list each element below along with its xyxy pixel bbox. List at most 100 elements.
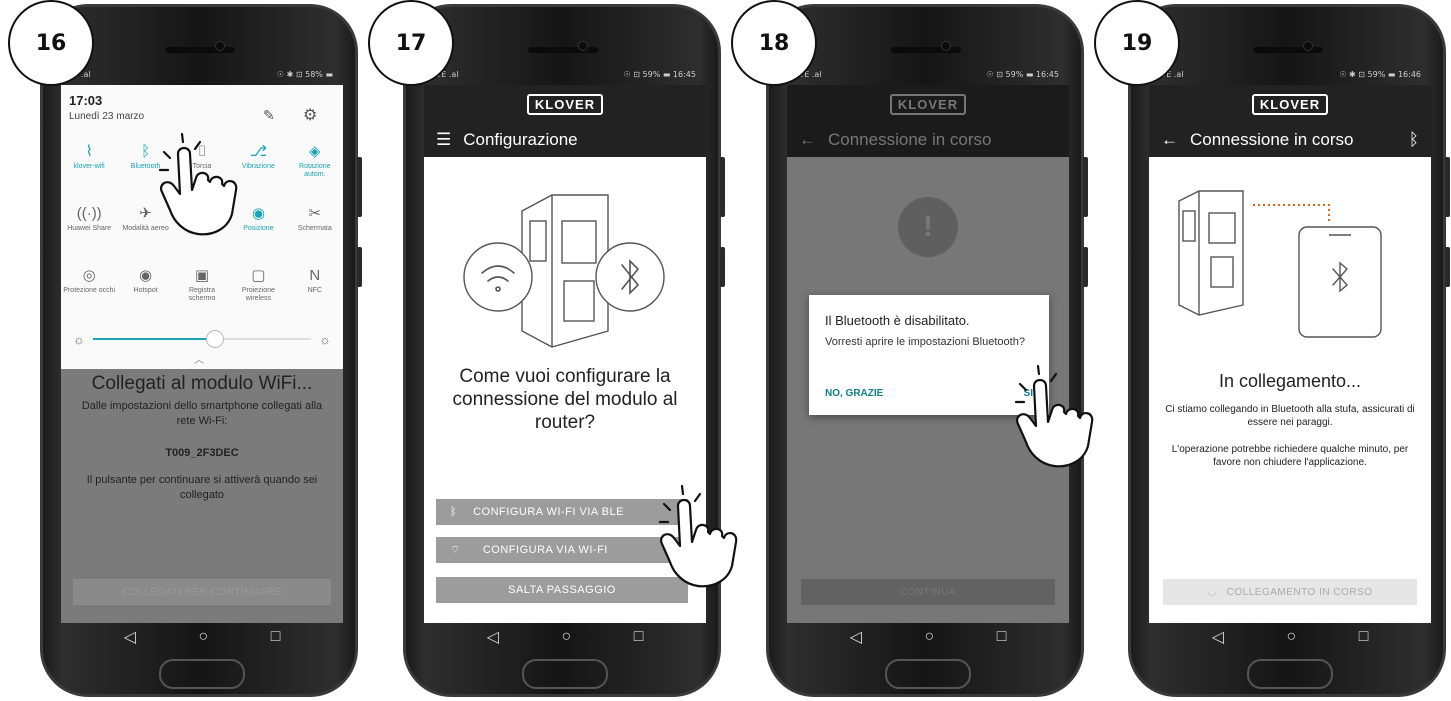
- quick-tile-label: Huawei Share: [67, 225, 112, 232]
- pointing-hand-icon: [658, 484, 738, 588]
- pointing-hand-icon: [1014, 364, 1094, 468]
- step-number-17: 17: [368, 0, 454, 86]
- status-bar: IE .al ☉ ✱ ⊡ 58% ▬: [71, 69, 333, 79]
- quick-tile-0[interactable]: ⌇ klover-wifi: [61, 141, 117, 197]
- heading: In collegamento...: [1218, 371, 1362, 391]
- recent-icon[interactable]: □: [1359, 628, 1369, 646]
- projection-icon: ▢: [251, 267, 266, 284]
- page-title: Connessione in corso: [1190, 130, 1354, 149]
- back-arrow-icon[interactable]: ←: [799, 130, 816, 150]
- home-key[interactable]: [1247, 659, 1333, 689]
- status-bar: ITE .al ☉ ✱ ⊡ 59% ▬ 16:46: [1159, 69, 1421, 79]
- no-thanks-button[interactable]: NO, GRAZIE: [825, 388, 883, 399]
- brightness-knob[interactable]: [206, 330, 225, 348]
- rotation-icon: ◈: [309, 143, 321, 160]
- dialog-text: Vorresti aprire le impostazioni Bluetoot…: [825, 336, 1025, 348]
- wifi-icon: ⌇: [85, 143, 93, 160]
- nav-bar: ◁ ○ □: [1149, 623, 1431, 651]
- wifi-icon: ⌔: [450, 544, 461, 556]
- nfc-icon: N: [309, 267, 321, 284]
- screen-19: KLOVER ← Connessione in corso ᛒ In colle…: [1149, 85, 1431, 623]
- record-icon: ▣: [194, 267, 210, 284]
- nav-bar: ◁ ○ □: [61, 623, 343, 651]
- stove-phone-illustration: [1178, 190, 1382, 338]
- home-key[interactable]: [885, 659, 971, 689]
- back-icon[interactable]: ◁: [487, 627, 499, 647]
- date: Lunedì 23 marzo: [69, 111, 145, 122]
- connect-continue-button[interactable]: COLLEGATI PER CONTINUARE: [73, 579, 331, 605]
- connecting-button[interactable]: ◡ COLLEGAMENTO IN CORSO: [1163, 579, 1417, 605]
- recent-icon[interactable]: □: [271, 628, 281, 646]
- toolbar: ← Connessione in corso ᛒ: [1149, 123, 1431, 157]
- heading: Collegati al modulo WiFi...: [91, 373, 313, 394]
- continue-button[interactable]: CONTINUA: [801, 579, 1055, 605]
- edit-icon[interactable]: ✎: [263, 107, 275, 124]
- bluetooth-icon: ᛒ: [450, 506, 458, 518]
- quick-tile-13[interactable]: ▢ Proiezione wireless: [230, 265, 286, 321]
- home-icon[interactable]: ○: [1286, 628, 1296, 646]
- status-bar: ITE .al ☉ ⊡ 59% ▬ 16:45: [434, 69, 696, 79]
- connecting-text: Ci stiamo collegando in Bluetooth alla s…: [1165, 404, 1415, 428]
- quick-tile-label: Rotazione autom.: [299, 163, 331, 178]
- instructions: Dalle impostazioni dello smartphone coll…: [81, 400, 323, 427]
- screenshot-icon: ✂: [308, 205, 322, 222]
- eye-icon: ◎: [82, 267, 96, 284]
- pointing-hand-icon: [158, 132, 238, 236]
- quick-tile-9[interactable]: ✂ Schermata: [287, 203, 343, 259]
- quick-tile-label: klover-wifi: [73, 163, 105, 170]
- step-number-19: 19: [1094, 0, 1180, 86]
- share-icon: ((·)): [76, 205, 102, 222]
- dialog-title: Il Bluetooth è disabilitato.: [825, 313, 970, 328]
- recent-icon[interactable]: □: [997, 628, 1007, 646]
- back-arrow-icon[interactable]: ←: [1161, 130, 1178, 150]
- recent-icon[interactable]: □: [634, 628, 644, 646]
- nav-bar: ◁ ○ □: [787, 623, 1069, 651]
- step-number-18: 18: [731, 0, 817, 86]
- hotspot-icon: ◉: [139, 267, 153, 284]
- bluetooth-icon: ᛒ: [1408, 130, 1419, 149]
- app-header: KLOVER: [787, 85, 1069, 123]
- wait-text: L'operazione potrebbe richiedere qualche…: [1171, 444, 1409, 468]
- toolbar: ← Connessione in corso: [787, 123, 1069, 157]
- network-code: T009_2F3DEC: [165, 447, 239, 459]
- quick-tile-14[interactable]: N NFC: [287, 265, 343, 321]
- alert-icon: !: [898, 197, 958, 257]
- stove-wifi-bluetooth-illustration: [463, 194, 665, 348]
- back-icon[interactable]: ◁: [850, 627, 862, 647]
- quick-tile-label: Schermata: [297, 225, 332, 232]
- home-icon[interactable]: ○: [924, 628, 934, 646]
- page-title: Configurazione: [463, 130, 578, 149]
- back-icon[interactable]: ◁: [124, 627, 136, 647]
- menu-icon[interactable]: ☰: [436, 130, 451, 150]
- quick-tile-4[interactable]: ◈ Rotazione autom.: [287, 141, 343, 197]
- phone-16: IE .al ☉ ✱ ⊡ 58% ▬ 17:03 Lunedì 23 marzo…: [40, 4, 362, 697]
- quick-tile-10[interactable]: ◎ Protezione occhi: [61, 265, 117, 321]
- quick-tile-label: Hotspot: [133, 287, 158, 294]
- quick-tile-label: NFC: [307, 287, 322, 294]
- toolbar: ☰ Configurazione: [424, 123, 706, 157]
- page-title: Connessione in corso: [828, 130, 992, 149]
- quick-tile-11[interactable]: ◉ Hotspot: [117, 265, 173, 321]
- home-icon[interactable]: ○: [198, 628, 208, 646]
- dimmed-app-content: Collegati al modulo WiFi... Dalle impost…: [61, 369, 343, 623]
- quick-tile-5[interactable]: ((·)) Huawei Share: [61, 203, 117, 259]
- app-header: KLOVER: [424, 85, 706, 123]
- phone-19: ITE .al ☉ ✱ ⊡ 59% ▬ 16:46 KLOVER ← Conne…: [1128, 4, 1450, 697]
- quick-tile-12[interactable]: ▣ Registra schermo: [174, 265, 230, 321]
- caret-up-icon[interactable]: ︿: [194, 351, 204, 366]
- klover-logo: KLOVER: [526, 93, 604, 115]
- gear-icon[interactable]: ⚙: [303, 105, 317, 125]
- back-icon[interactable]: ◁: [1212, 627, 1224, 647]
- brightness-slider[interactable]: ☼ ☼: [73, 329, 331, 349]
- phone-18: ITE .al ☉ ⊡ 59% ▬ 16:45 KLOVER ← Conness…: [766, 4, 1088, 697]
- home-key[interactable]: [522, 659, 608, 689]
- spinner-icon: ◡: [1207, 586, 1217, 598]
- question-heading: Come vuoi configurare la connessione del…: [452, 366, 678, 433]
- brightness-low-icon: ☼: [73, 331, 85, 347]
- app-header: KLOVER: [1149, 85, 1431, 123]
- home-key[interactable]: [159, 659, 245, 689]
- home-icon[interactable]: ○: [561, 628, 571, 646]
- quick-tile-label: Registra schermo: [188, 287, 216, 302]
- nav-bar: ◁ ○ □: [424, 623, 706, 651]
- klover-logo: KLOVER: [1251, 93, 1329, 115]
